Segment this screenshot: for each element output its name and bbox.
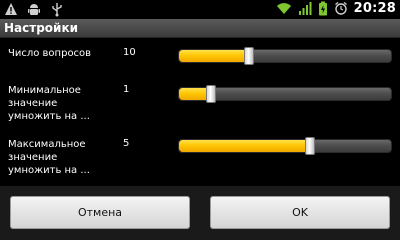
title-bar: Настройки (0, 19, 400, 38)
setting-row-max-multiplier: Максимальное значение умножить на ... 5 (0, 137, 400, 179)
setting-row-min-multiplier: Минимальное значение умножить на ... 1 (0, 83, 400, 125)
setting-label: Максимальное значение умножить на ... (8, 139, 90, 176)
usb-icon (52, 3, 62, 17)
status-bar: 20:28 (0, 0, 400, 19)
button-bar: Отмена OK (0, 186, 400, 240)
setting-value: 5 (123, 138, 130, 149)
cancel-button[interactable]: Отмена (10, 196, 190, 229)
setting-label: Минимальное значение умножить на ... (8, 85, 90, 122)
android-icon (28, 4, 40, 15)
slider-thumb[interactable] (305, 137, 316, 155)
min-multiplier-slider[interactable] (178, 85, 392, 103)
alarm-icon (334, 1, 347, 15)
page-title: Настройки (4, 21, 79, 35)
ok-button[interactable]: OK (210, 196, 390, 229)
status-time: 20:28 (353, 1, 396, 16)
questions-slider[interactable] (178, 47, 392, 65)
slider-fill (179, 140, 311, 152)
setting-value: 1 (123, 84, 130, 95)
setting-label: Число вопросов (8, 48, 92, 59)
setting-row-questions: Число вопросов 10 (0, 45, 400, 69)
slider-thumb[interactable] (205, 85, 216, 103)
signal-icon (298, 2, 312, 15)
slider-fill (179, 50, 249, 62)
max-multiplier-slider[interactable] (178, 137, 392, 155)
battery-icon (318, 1, 327, 16)
wifi-icon (276, 3, 291, 15)
slider-thumb[interactable] (243, 47, 254, 65)
warning-icon (5, 3, 17, 15)
setting-value: 10 (123, 47, 136, 58)
